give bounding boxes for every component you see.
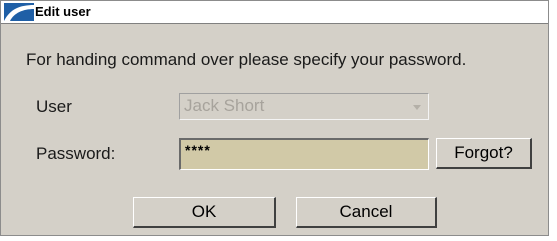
title-bar[interactable]: Edit user — [1, 1, 548, 24]
user-select[interactable]: Jack Short — [179, 93, 429, 120]
cancel-button[interactable]: Cancel — [296, 197, 437, 228]
user-label: User — [36, 97, 72, 116]
password-field[interactable]: **** — [179, 138, 429, 170]
forgot-password-button[interactable]: Forgot? — [436, 138, 532, 169]
dialog-title: Edit user — [35, 4, 91, 19]
password-value: **** — [185, 142, 211, 158]
instruction-text: For handing command over please specify … — [26, 50, 467, 69]
chevron-down-icon — [413, 105, 421, 110]
ok-button[interactable]: OK — [133, 197, 276, 228]
user-select-value: Jack Short — [184, 96, 265, 115]
password-label: Password: — [36, 144, 116, 163]
edit-user-dialog: Edit user For handing command over pleas… — [0, 0, 549, 236]
app-wave-icon — [4, 3, 34, 21]
